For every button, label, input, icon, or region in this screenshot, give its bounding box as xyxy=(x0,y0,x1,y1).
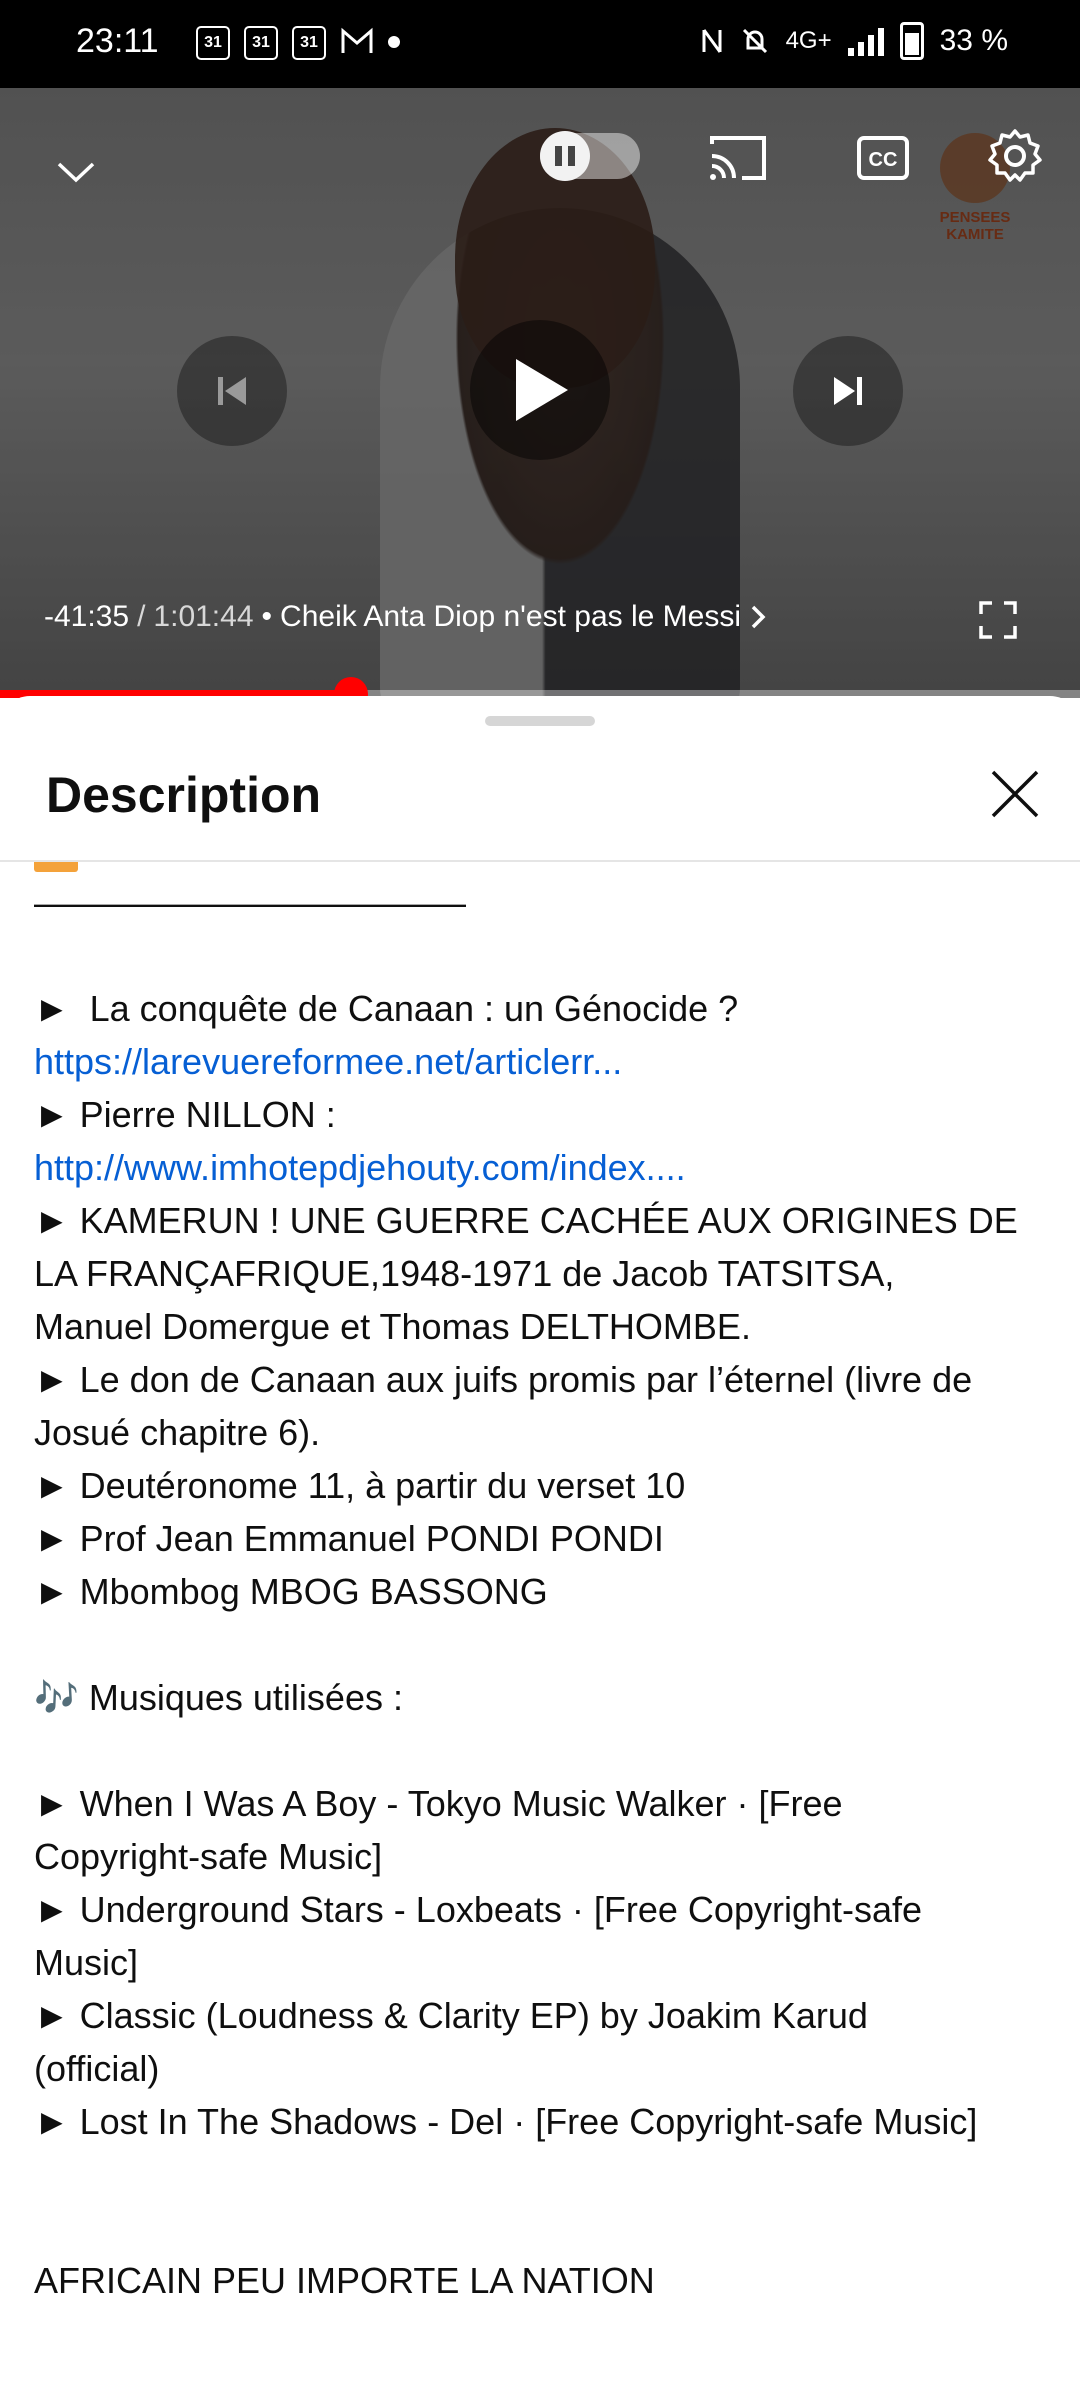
description-line: AFRICAIN PEU IMPORTE LA NATION xyxy=(34,2260,655,2301)
description-line: ► La conquête de Canaan : un Génocide ? xyxy=(34,988,739,1029)
elapsed-time: -41:35 xyxy=(44,600,130,633)
nfc-icon xyxy=(702,29,722,53)
fullscreen-button[interactable] xyxy=(978,600,1018,640)
description-line: ► Classic (Loudness & Clarity EP) by Joa… xyxy=(34,1995,868,2036)
description-line: Music] xyxy=(34,1942,139,1983)
calendar-icon: 31 xyxy=(244,26,278,60)
gmail-icon xyxy=(341,27,373,53)
cast-button[interactable] xyxy=(705,128,771,186)
notification-icons: 31 31 31 xyxy=(196,26,400,60)
description-line: ► Mbombog MBOG BASSONG xyxy=(34,1571,548,1612)
battery-icon xyxy=(899,22,924,60)
description-line: Josué chapitre 6). xyxy=(34,1412,321,1453)
cc-label: CC xyxy=(869,149,898,171)
description-link[interactable]: https://larevuereformee.net/articlerr... xyxy=(34,1035,1044,1088)
emoji-partial-icon xyxy=(34,862,78,872)
description-line: ► KAMERUN ! UNE GUERRE CACHÉE AUX ORIGIN… xyxy=(34,1200,1018,1241)
drag-handle[interactable] xyxy=(485,716,595,726)
network-type: 4G+ xyxy=(785,27,832,54)
mute-icon xyxy=(742,28,767,54)
chevron-down-icon xyxy=(57,162,95,183)
description-text: ———————————— ► La conquête de Canaan : un… xyxy=(34,876,1044,2307)
chapter-title[interactable]: Cheik Anta Diop n'est pas le Messi xyxy=(280,600,741,634)
next-button[interactable] xyxy=(793,336,903,446)
close-icon xyxy=(991,770,1039,818)
status-bar: 23:11 31 31 31 4G+ 33 % xyxy=(0,0,1080,88)
battery-level: 33 % xyxy=(939,24,1008,57)
cast-icon xyxy=(710,136,766,180)
settings-button[interactable] xyxy=(985,126,1045,186)
description-line: Copyright-safe Music] xyxy=(34,1836,383,1877)
calendar-icon: 31 xyxy=(196,26,230,60)
time-and-chapter[interactable]: -41:35 / 1:01:44 • Cheik Anta Diop n'est… xyxy=(44,600,767,634)
fullscreen-icon xyxy=(979,601,1017,639)
panel-title: Description xyxy=(46,767,322,823)
system-icons: 4G+ 33 % xyxy=(700,22,1008,60)
video-player[interactable]: PENSEES KAMITE CC -41:35 / 1:01:44 • Che… xyxy=(0,88,1080,698)
description-link[interactable]: http://www.imhotepdjehouty.com/index.... xyxy=(34,1141,1044,1194)
description-line: 🎶 Musiques utilisées : xyxy=(34,1677,403,1718)
description-line: ► Deutéronome 11, à partir du verset 10 xyxy=(34,1465,686,1506)
autoplay-toggle[interactable] xyxy=(540,131,640,181)
chapter-bullet: • xyxy=(261,600,273,633)
description-line: ———————————— xyxy=(34,882,466,923)
skip-previous-icon xyxy=(218,377,246,405)
closed-captions-icon: CC xyxy=(857,136,909,180)
description-line: Manuel Domergue et Thomas DELTHOMBE. xyxy=(34,1306,751,1347)
signal-icon xyxy=(847,26,884,56)
play-icon xyxy=(516,359,568,421)
calendar-icon: 31 xyxy=(292,26,326,60)
skip-next-icon xyxy=(834,377,862,405)
description-line: ► When I Was A Boy - Tokyo Music Walker … xyxy=(34,1783,843,1824)
play-button[interactable] xyxy=(470,320,610,460)
divider xyxy=(0,860,1080,862)
description-line: ► Pierre NILLON : xyxy=(34,1094,336,1135)
gear-icon xyxy=(988,129,1042,182)
description-line: LA FRANÇAFRIQUE,1948-1971 de Jacob TATSI… xyxy=(34,1253,895,1294)
total-duration: 1:01:44 xyxy=(153,600,254,633)
minimize-button[interactable] xyxy=(50,146,102,198)
status-time: 23:11 xyxy=(76,22,159,60)
description-line: (official) xyxy=(34,2048,160,2089)
description-line: ► Lost In The Shadows - Del · [Free Copy… xyxy=(34,2101,978,2142)
previous-button[interactable] xyxy=(177,336,287,446)
chevron-right-icon xyxy=(751,605,766,629)
time-separator: / xyxy=(137,600,146,633)
captions-button[interactable]: CC xyxy=(855,130,911,186)
description-panel: Description ———————————— ► La conquête de… xyxy=(0,696,1080,2400)
pause-icon xyxy=(540,131,590,181)
description-line: ► Prof Jean Emmanuel PONDI PONDI xyxy=(34,1518,664,1559)
description-line: ► Underground Stars - Loxbeats · [Free C… xyxy=(34,1889,923,1930)
more-notifications-dot xyxy=(388,36,400,48)
close-button[interactable] xyxy=(985,764,1045,824)
description-line: ► Le don de Canaan aux juifs promis par … xyxy=(34,1359,973,1400)
